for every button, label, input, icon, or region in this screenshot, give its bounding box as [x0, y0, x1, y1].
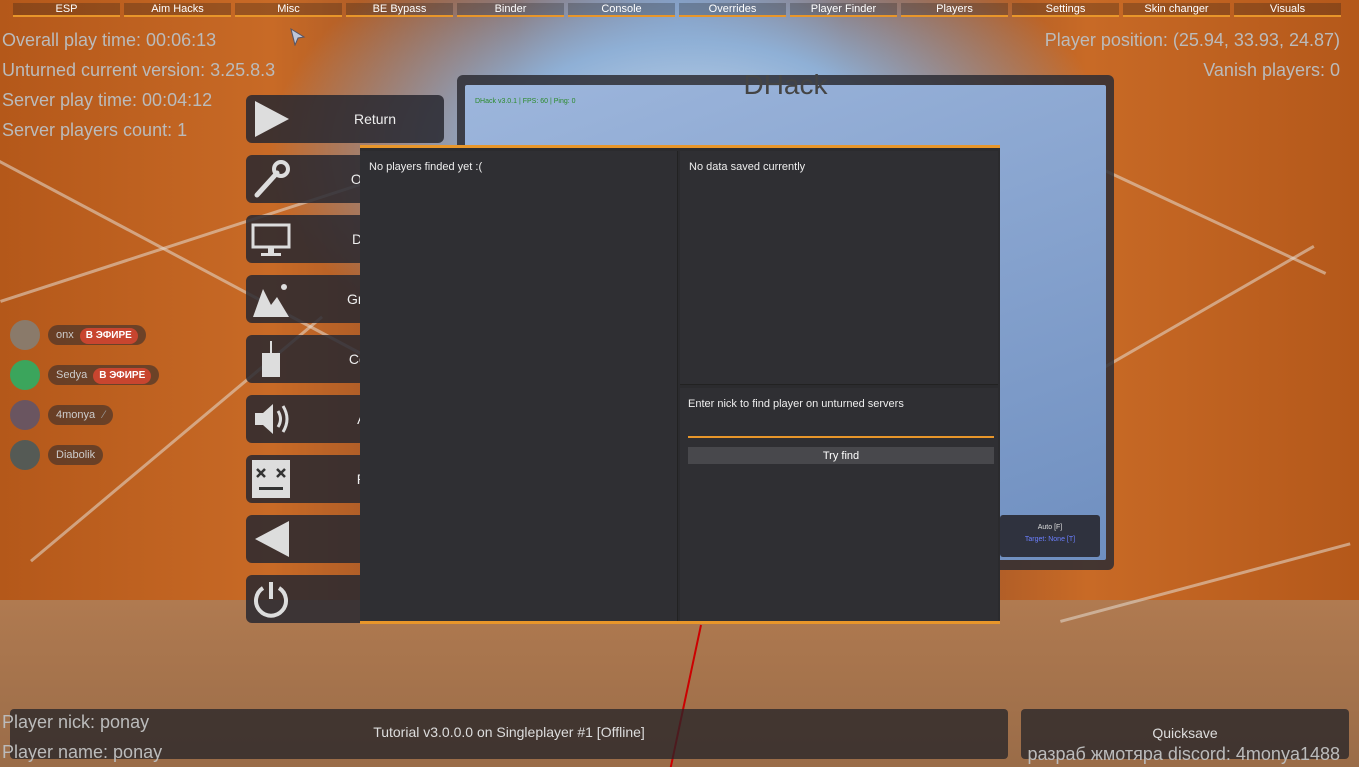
game-version: Unturned current version: 3.25.8.3 — [2, 60, 276, 80]
cheat-tab-bar: ESP Aim Hacks Misc BE Bypass Binder Cons… — [0, 0, 1359, 18]
dead-face-icon — [250, 459, 292, 499]
developer-credit: разраб жмотяра discord: 4monya1488 — [1027, 744, 1340, 764]
auto-label: Auto [F] — [1037, 524, 1063, 531]
discord-user: 4monya ⁄ — [10, 400, 140, 430]
monitor-icon — [250, 219, 292, 259]
dhack-title: DHack — [743, 69, 828, 100]
discord-logo-icon — [10, 360, 40, 390]
players-empty-text: No players finded yet :( — [369, 161, 483, 173]
server-players-count: Server players count: 1 — [2, 120, 188, 140]
speaker-icon — [250, 399, 292, 439]
nick-search-input[interactable] — [688, 420, 994, 438]
tab-misc[interactable]: Misc — [235, 3, 342, 17]
tab-be-bypass[interactable]: BE Bypass — [346, 3, 453, 17]
player-nick: Player nick: ponay — [2, 712, 150, 732]
server-info: Tutorial v3.0.0.0 on Singleplayer #1 [Of… — [373, 724, 645, 740]
discord-user: Diabolik — [10, 440, 130, 470]
aim-status-box: Auto [F] Target: None [T] — [1000, 515, 1100, 557]
vanish-players: Vanish players: 0 — [1203, 60, 1340, 80]
tab-player-finder[interactable]: Player Finder — [790, 3, 897, 17]
avatar — [10, 320, 40, 350]
player-name: Player name: ponay — [2, 742, 163, 762]
mountain-icon — [250, 279, 292, 319]
tab-esp[interactable]: ESP — [13, 3, 120, 17]
player-position: Player position: (25.94, 33.93, 24.87) — [1044, 30, 1340, 50]
tab-aim-hacks[interactable]: Aim Hacks — [124, 3, 231, 17]
tab-settings[interactable]: Settings — [1012, 3, 1119, 17]
discord-user: Sedya В ЭФИРЕ — [10, 360, 170, 390]
muted-mic-icon: ⁄ — [103, 409, 105, 421]
tab-players[interactable]: Players — [901, 3, 1008, 17]
overall-play-time: Overall play time: 00:06:13 — [2, 30, 217, 50]
discord-username: Diabolik — [56, 449, 96, 461]
play-icon — [250, 99, 292, 139]
saved-data-panel: No data saved currently — [680, 151, 998, 385]
wrench-icon — [250, 159, 292, 199]
discord-username: onx — [56, 329, 74, 341]
tab-binder[interactable]: Binder — [457, 3, 564, 17]
discord-user: onx В ЭФИРЕ — [10, 320, 160, 350]
search-label: Enter nick to find player on unturned se… — [688, 398, 904, 410]
avatar — [10, 400, 40, 430]
power-icon — [250, 579, 292, 619]
tab-console[interactable]: Console — [568, 3, 675, 17]
target-label: Target: None [T] — [1024, 536, 1076, 543]
quicksave-label: Quicksave — [1152, 725, 1218, 741]
back-arrow-icon — [250, 519, 292, 559]
discord-username: Sedya — [56, 369, 88, 381]
tab-visuals[interactable]: Visuals — [1234, 3, 1341, 17]
server-play-time: Server play time: 00:04:12 — [2, 90, 213, 110]
return-button[interactable]: Return — [246, 95, 444, 143]
tab-skin-changer[interactable]: Skin changer — [1123, 3, 1230, 17]
mouse-icon — [250, 339, 292, 379]
tab-overrides[interactable]: Overrides — [679, 3, 786, 17]
try-find-button[interactable]: Try find — [688, 447, 994, 464]
player-finder-window: No players finded yet :( No data saved c… — [360, 145, 1000, 624]
live-badge: В ЭФИРЕ — [79, 328, 138, 344]
menu-label: Return — [353, 111, 397, 127]
discord-username: 4monya — [56, 409, 96, 421]
cursor-icon — [290, 28, 306, 46]
live-badge: В ЭФИРЕ — [93, 368, 152, 384]
search-panel: Enter nick to find player on unturned se… — [680, 388, 998, 621]
avatar — [10, 440, 40, 470]
saved-empty-text: No data saved currently — [689, 161, 806, 173]
found-players-list: No players finded yet :( — [360, 151, 678, 621]
